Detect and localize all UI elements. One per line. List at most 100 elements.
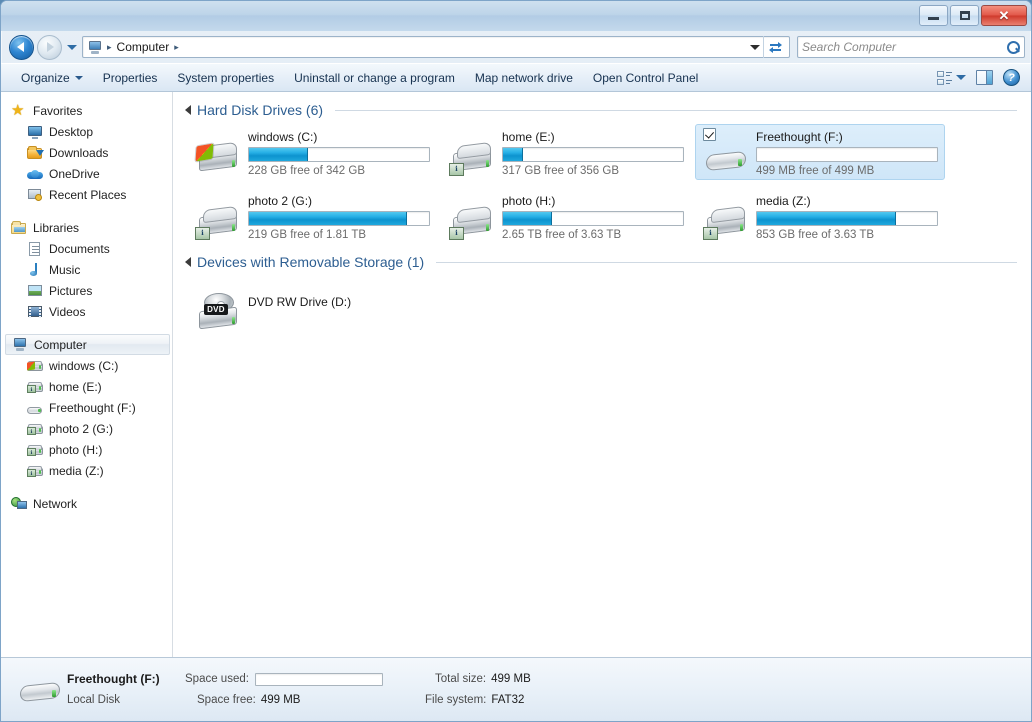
sidebar-item-freethought-f[interactable]: Freethought (F:): [1, 397, 172, 418]
sidebar-group-favorites[interactable]: ★ Favorites: [1, 100, 172, 121]
minimize-icon: [928, 17, 939, 20]
address-dropdown-button[interactable]: [747, 37, 763, 57]
capacity-bar-home-e: [502, 147, 684, 162]
sidebar-item-photo2-g[interactable]: ℹ photo 2 (G:): [1, 418, 172, 439]
status-space-used-label: Space used:: [185, 673, 249, 685]
drive-name-dvd-d: DVD RW Drive (D:): [248, 295, 352, 309]
back-arrow-icon: [17, 42, 24, 52]
sidebar-group-libraries[interactable]: Libraries: [1, 217, 172, 238]
status-drive-type: Local Disk: [67, 694, 121, 706]
group-header-hard-disk-drives[interactable]: Hard Disk Drives (6): [183, 102, 1031, 118]
forward-button[interactable]: [37, 34, 62, 60]
windows-drive-icon: [194, 137, 242, 181]
sidebar-item-photo-h[interactable]: ℹ photo (H:): [1, 439, 172, 460]
sidebar-label-downloads: Downloads: [49, 145, 109, 160]
drive-tile-dvd-d[interactable]: DVD DVD RW Drive (D:): [187, 276, 437, 330]
sidebar-label-photo2-g: photo 2 (G:): [49, 421, 114, 436]
maximize-icon: [959, 11, 970, 20]
window-controls: ✕: [919, 5, 1027, 26]
sidebar-label-documents: Documents: [49, 241, 110, 256]
breadcrumb-separator-root[interactable]: ▸: [105, 42, 114, 53]
capacity-bar-media-z: [756, 211, 938, 226]
close-button[interactable]: ✕: [981, 5, 1027, 26]
network-drive-icon: ℹ: [27, 379, 43, 395]
capacity-bar-photo-h: [502, 211, 684, 226]
preview-pane-button[interactable]: [971, 67, 998, 88]
breadcrumb-bar[interactable]: ▸ Computer ▸: [82, 36, 790, 58]
collapse-triangle-icon[interactable]: [185, 257, 191, 267]
collapse-triangle-icon[interactable]: [185, 105, 191, 115]
drive-tile-photo-h[interactable]: ℹ photo (H:) 2.65 TB free of 3.63 TB: [441, 188, 691, 244]
drive-tile-windows-c[interactable]: windows (C:) 228 GB free of 342 GB: [187, 124, 437, 180]
windows-drive-icon: [27, 358, 43, 374]
minimize-button[interactable]: [919, 5, 948, 26]
search-box[interactable]: [797, 36, 1025, 58]
map-network-drive-button[interactable]: Map network drive: [465, 67, 583, 89]
network-drive-icon: ℹ: [27, 442, 43, 458]
network-drive-icon: ℹ: [448, 201, 496, 245]
refresh-button[interactable]: [763, 36, 787, 58]
breadcrumb-computer[interactable]: Computer: [114, 39, 173, 55]
sidebar-label-home-e: home (E:): [49, 379, 102, 394]
tile-grid-removable-storage: DVD DVD RW Drive (D:): [183, 276, 1031, 334]
drive-tile-photo2-g[interactable]: ℹ photo 2 (G:) 219 GB free of 1.81 TB: [187, 188, 437, 244]
capacity-fill: [249, 148, 309, 161]
sidebar-label-computer: Computer: [34, 337, 87, 352]
help-button[interactable]: ?: [998, 66, 1025, 89]
drive-tile-home-e[interactable]: ℹ home (E:) 317 GB free of 356 GB: [441, 124, 691, 180]
tile-grid-hard-disk-drives: windows (C:) 228 GB free of 342 GB ℹ hom…: [183, 124, 1031, 252]
sidebar-item-home-e[interactable]: ℹ home (E:): [1, 376, 172, 397]
sidebar-label-videos: Videos: [49, 304, 86, 319]
libraries-icon: [11, 220, 27, 236]
sidebar-item-onedrive[interactable]: OneDrive: [1, 163, 172, 184]
sidebar-item-documents[interactable]: Documents: [1, 238, 172, 259]
sidebar-item-videos[interactable]: Videos: [1, 301, 172, 322]
organize-label: Organize: [21, 70, 70, 85]
maximize-button[interactable]: [950, 5, 979, 26]
drive-info-home-e: home (E:) 317 GB free of 356 GB: [496, 129, 684, 177]
sidebar-item-music[interactable]: Music: [1, 259, 172, 280]
drive-name-freethought-f: Freethought (F:): [756, 130, 843, 144]
star-icon: ★: [11, 101, 25, 119]
status-space-free-label: Space free:: [197, 694, 256, 706]
sidebar-label-favorites: Favorites: [33, 103, 83, 118]
capacity-fill: [503, 148, 523, 161]
system-properties-button[interactable]: System properties: [167, 67, 284, 89]
properties-button[interactable]: Properties: [93, 67, 168, 89]
sidebar-item-recent-places[interactable]: Recent Places: [1, 184, 172, 205]
drive-tile-freethought-f[interactable]: Freethought (F:) 499 MB free of 499 MB: [695, 124, 945, 180]
group-divider: [436, 261, 1017, 263]
sidebar-item-desktop[interactable]: Desktop: [1, 121, 172, 142]
file-list-pane[interactable]: Hard Disk Drives (6) windows (C:) 228 GB…: [173, 92, 1031, 657]
sidebar-item-media-z[interactable]: ℹ media (Z:): [1, 460, 172, 481]
group-header-removable-storage[interactable]: Devices with Removable Storage (1): [183, 254, 1031, 270]
navigation-pane[interactable]: ★ Favorites Desktop Downloads OneDrive R…: [1, 92, 173, 657]
sidebar-group-computer[interactable]: Computer: [5, 334, 170, 355]
breadcrumb-separator-1[interactable]: ▸: [172, 42, 181, 53]
drive-free-photo2-g: 219 GB free of 1.81 TB: [248, 229, 367, 241]
status-drive-title: Freethought (F:): [67, 672, 160, 686]
drive-tile-media-z[interactable]: ℹ media (Z:) 853 GB free of 3.63 TB: [695, 188, 945, 244]
sidebar-item-pictures[interactable]: Pictures: [1, 280, 172, 301]
drive-info-dvd-d: DVD RW Drive (D:): [242, 281, 430, 312]
drive-free-windows-c: 228 GB free of 342 GB: [248, 165, 365, 177]
open-control-panel-button[interactable]: Open Control Panel: [583, 67, 708, 89]
title-bar: ✕: [1, 1, 1031, 31]
recent-pages-button[interactable]: [65, 37, 79, 57]
drive-info-photo-h: photo (H:) 2.65 TB free of 3.63 TB: [496, 193, 684, 241]
onedrive-cloud-icon: [27, 166, 43, 182]
sidebar-item-windows-c[interactable]: windows (C:): [1, 355, 172, 376]
explorer-window: ✕ ▸ Computer ▸ Search Computer Organize …: [0, 0, 1032, 722]
sidebar-label-music: Music: [49, 262, 81, 277]
group-title-removable-storage: Devices with Removable Storage (1): [197, 254, 425, 270]
change-view-button[interactable]: [932, 68, 971, 88]
uninstall-program-button[interactable]: Uninstall or change a program: [284, 67, 465, 89]
sidebar-item-downloads[interactable]: Downloads: [1, 142, 172, 163]
network-icon: [11, 496, 27, 512]
search-input[interactable]: [802, 40, 1007, 54]
sidebar-group-network[interactable]: Network: [1, 493, 172, 514]
back-button[interactable]: [9, 34, 34, 60]
organize-button[interactable]: Organize: [11, 67, 93, 89]
computer-icon: [87, 40, 102, 54]
drive-free-home-e: 317 GB free of 356 GB: [502, 165, 619, 177]
